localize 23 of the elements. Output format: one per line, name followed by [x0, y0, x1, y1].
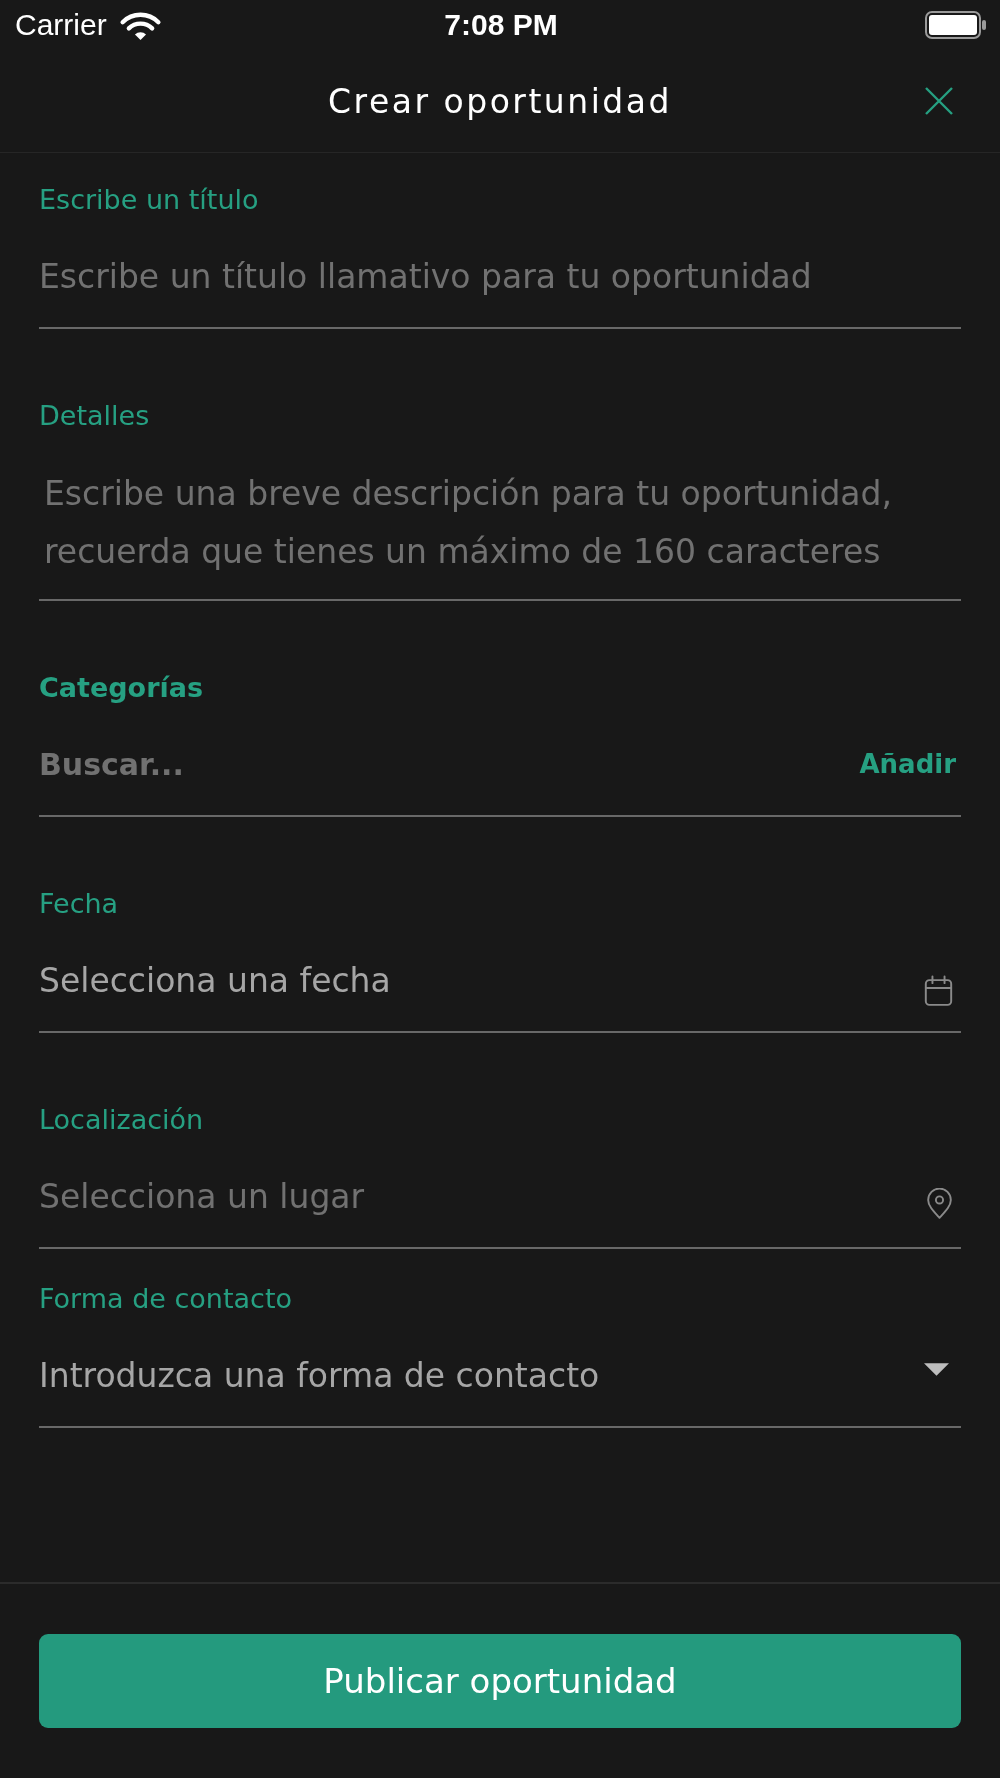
textarea-input[interactable]: Escribe una breve descripción para tu oportunidad, recuerda que tienes un máximo de 160 caracteres — [39, 465, 961, 581]
screen-title: Crear oportunidad — [328, 81, 672, 121]
clock-time: 7:08 PM — [444, 8, 558, 42]
field-label: Forma de contacto — [39, 1282, 293, 1316]
field-label: Detalles — [39, 399, 150, 433]
search-input[interactable]: Buscar... — [39, 740, 850, 788]
carrier-name: Carrier — [15, 8, 107, 42]
close-button[interactable] — [925, 87, 953, 115]
calendar-icon — [924, 975, 953, 1007]
publish-button[interactable]: Publicar oportunidad — [39, 1634, 961, 1728]
field-label: Localización — [39, 1103, 204, 1137]
field-label: Escribe un título — [39, 183, 259, 217]
add-button[interactable]: Añadir — [849, 749, 961, 779]
field-label: Categorías — [39, 671, 203, 705]
dropdown-input[interactable]: Introduzca una forma de contacto — [39, 1351, 924, 1399]
field-label: Fecha — [39, 887, 119, 921]
close-icon — [925, 87, 953, 115]
text-input[interactable]: Escribe un título llamativo para tu oportunidad — [39, 252, 961, 300]
battery-icon — [925, 11, 987, 39]
date-input[interactable]: Selecciona una fecha — [39, 956, 924, 1004]
location-pin-icon — [926, 1187, 953, 1219]
location-input[interactable]: Selecciona un lugar — [39, 1172, 926, 1220]
caret-icon — [924, 1362, 949, 1376]
